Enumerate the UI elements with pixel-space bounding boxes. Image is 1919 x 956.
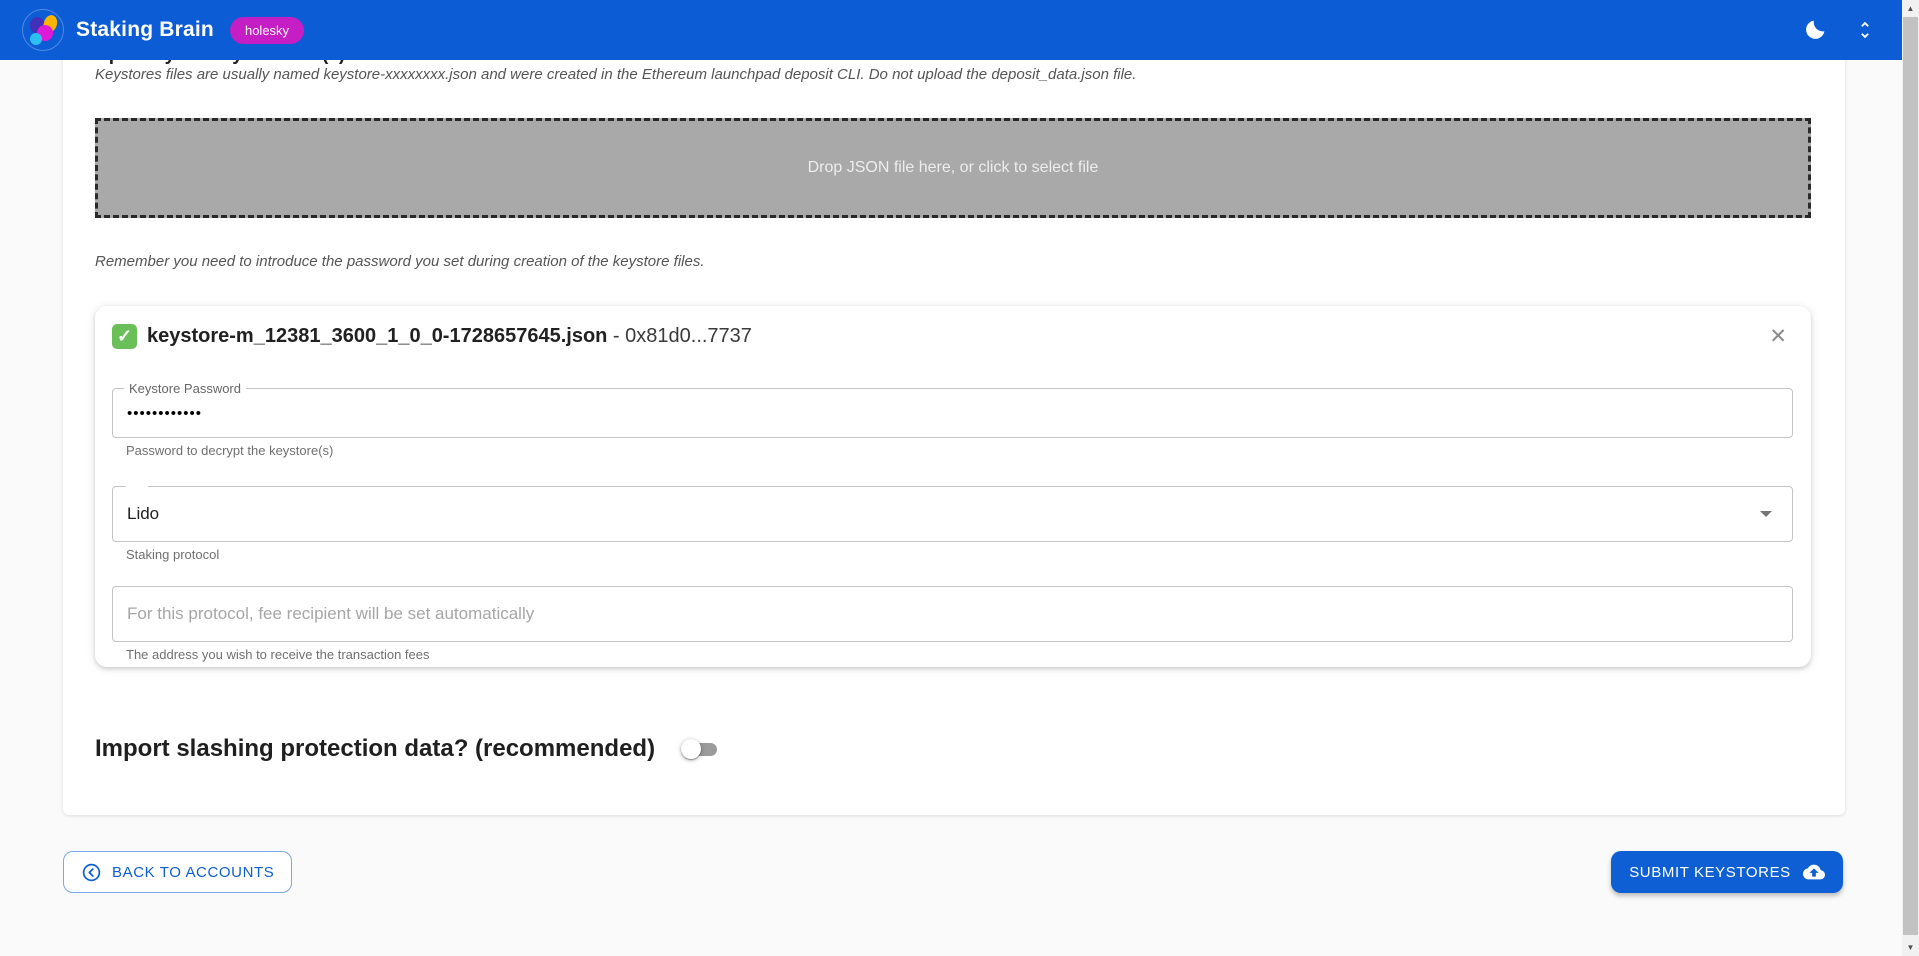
slashing-protection-row: Import slashing protection data? (recomm… xyxy=(95,735,719,763)
staking-protocol-value: Lido xyxy=(127,504,1760,524)
keystore-filename: keystore-m_12381_3600_1_0_0-1728657645.j… xyxy=(147,325,607,348)
unfold-more-icon[interactable] xyxy=(1850,15,1880,45)
upload-panel: Upload your keystore file(s) Keystores f… xyxy=(63,40,1845,815)
keystore-card-header: ✓ keystore-m_12381_3600_1_0_0-1728657645… xyxy=(112,324,1793,349)
cloud-upload-icon xyxy=(1803,861,1825,883)
back-to-accounts-label: BACK TO ACCOUNTS xyxy=(112,864,274,881)
slashing-protection-toggle[interactable] xyxy=(681,738,719,760)
submit-keystores-button[interactable]: SUBMIT KEYSTORES xyxy=(1611,851,1843,893)
keystore-title: ✓ keystore-m_12381_3600_1_0_0-1728657645… xyxy=(112,324,1763,349)
remove-keystore-button[interactable]: ✕ xyxy=(1763,324,1793,349)
json-dropzone[interactable]: Drop JSON file here, or click to select … xyxy=(95,118,1811,218)
select-notch xyxy=(126,486,148,487)
keystore-password-input[interactable] xyxy=(113,389,1708,437)
logo-blob-cyan xyxy=(30,33,42,45)
fee-recipient-input[interactable] xyxy=(113,587,1792,641)
app-header: Staking Brain holesky xyxy=(0,0,1902,60)
password-reminder-note: Remember you need to introduce the passw… xyxy=(95,253,1810,270)
keystore-password-field: Keystore Password xyxy=(112,388,1793,438)
keystore-intro-note: Keystores files are usually named keysto… xyxy=(95,66,1810,83)
submit-keystores-label: SUBMIT KEYSTORES xyxy=(1629,864,1791,881)
success-check-icon: ✓ xyxy=(112,324,137,349)
dappnode-logo-icon[interactable] xyxy=(22,9,64,51)
network-badge: holesky xyxy=(230,17,304,44)
dark-mode-moon-icon[interactable] xyxy=(1800,15,1830,45)
keystore-pubkey-short: - 0x81d0...7737 xyxy=(607,325,752,348)
dropdown-caret-icon xyxy=(1760,511,1772,517)
back-to-accounts-button[interactable]: BACK TO ACCOUNTS xyxy=(63,851,292,893)
scrollbar-down-arrow[interactable]: ▼ xyxy=(1902,939,1919,956)
app-title: Staking Brain xyxy=(76,18,214,42)
dropzone-label: Drop JSON file here, or click to select … xyxy=(808,159,1099,177)
slashing-protection-label: Import slashing protection data? (recomm… xyxy=(95,735,655,763)
scrollbar-thumb[interactable] xyxy=(1903,17,1918,935)
fee-recipient-field xyxy=(112,586,1793,642)
arrow-circle-left-icon xyxy=(81,862,102,883)
staking-protocol-helper: Staking protocol xyxy=(126,547,1793,562)
toggle-thumb xyxy=(681,739,701,759)
page-scrollbar[interactable]: ▲ ▼ xyxy=(1902,0,1919,956)
keystore-password-helper: Password to decrypt the keystore(s) xyxy=(126,443,1793,458)
scrollbar-up-arrow[interactable]: ▲ xyxy=(1902,0,1919,17)
keystore-card: ✓ keystore-m_12381_3600_1_0_0-1728657645… xyxy=(95,306,1811,667)
fee-recipient-helper: The address you wish to receive the tran… xyxy=(126,647,1793,662)
staking-protocol-select[interactable]: Lido xyxy=(112,486,1793,542)
keystore-password-label: Keystore Password xyxy=(124,381,246,396)
